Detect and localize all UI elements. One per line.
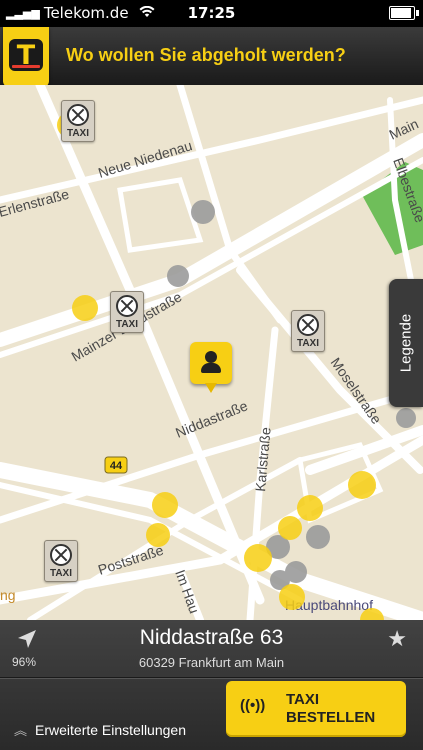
legend-label: Legende bbox=[397, 313, 415, 373]
taxi-marker[interactable]: TAXI bbox=[61, 100, 95, 142]
taxi-label: TAXI bbox=[296, 338, 320, 349]
taxi-marker[interactable]: TAXI bbox=[110, 291, 144, 333]
clock: 17:25 bbox=[187, 4, 236, 22]
order-taxi-button[interactable]: ((•)) TAXI BESTELLEN bbox=[226, 681, 406, 737]
taxi-logo-button[interactable] bbox=[3, 27, 49, 87]
taxi-icon bbox=[116, 295, 138, 317]
person-icon-body bbox=[201, 363, 221, 373]
order-taxi-line2: BESTELLEN bbox=[286, 709, 376, 726]
advanced-settings-link[interactable]: ︽ Erweiterte Einstellungen bbox=[14, 720, 186, 739]
legend-tab[interactable]: Legende bbox=[389, 279, 423, 407]
battery-icon bbox=[389, 6, 419, 20]
taxi-marker[interactable]: TAXI bbox=[44, 540, 78, 582]
bottom-panel: 96% Niddastraße 63 60329 Frankfurt am Ma… bbox=[0, 620, 423, 750]
taxi-icon bbox=[297, 314, 319, 336]
order-taxi-line1: TAXI bbox=[286, 691, 320, 708]
taxi-marker[interactable]: TAXI bbox=[291, 310, 325, 352]
person-icon bbox=[205, 351, 217, 363]
divider bbox=[0, 677, 423, 678]
taxi-label: TAXI bbox=[115, 319, 139, 330]
pickup-location-pin[interactable] bbox=[190, 342, 232, 393]
status-bar: ▂▃▅▆ Telekom.de 17:25 bbox=[0, 0, 423, 27]
favorite-star-icon[interactable]: ★ bbox=[387, 626, 407, 652]
taxi-icon bbox=[67, 104, 89, 126]
advanced-settings-label: Erweiterte Einstellungen bbox=[35, 721, 186, 738]
route-number: 44 bbox=[110, 460, 123, 472]
street-label: ng bbox=[0, 587, 16, 603]
address-city: 60329 Frankfurt am Main bbox=[138, 655, 285, 670]
chevron-up-icon: ︽ bbox=[14, 723, 28, 738]
header-bar: Wo wollen Sie abgeholt werden? bbox=[0, 27, 423, 87]
address-street: Niddastraße 63 bbox=[139, 626, 284, 649]
pickup-prompt: Wo wollen Sie abgeholt werden? bbox=[66, 45, 346, 65]
taxi-icon bbox=[50, 544, 72, 566]
taxi-logo-icon bbox=[9, 39, 43, 71]
broadcast-icon: ((•)) bbox=[240, 697, 266, 714]
order-taxi-label: TAXI BESTELLEN bbox=[286, 691, 375, 727]
taxi-label: TAXI bbox=[49, 568, 73, 579]
map[interactable]: Neue Niedenau Erlenstraße Mainzer Landst… bbox=[0, 85, 423, 620]
taxi-label: TAXI bbox=[66, 128, 90, 139]
